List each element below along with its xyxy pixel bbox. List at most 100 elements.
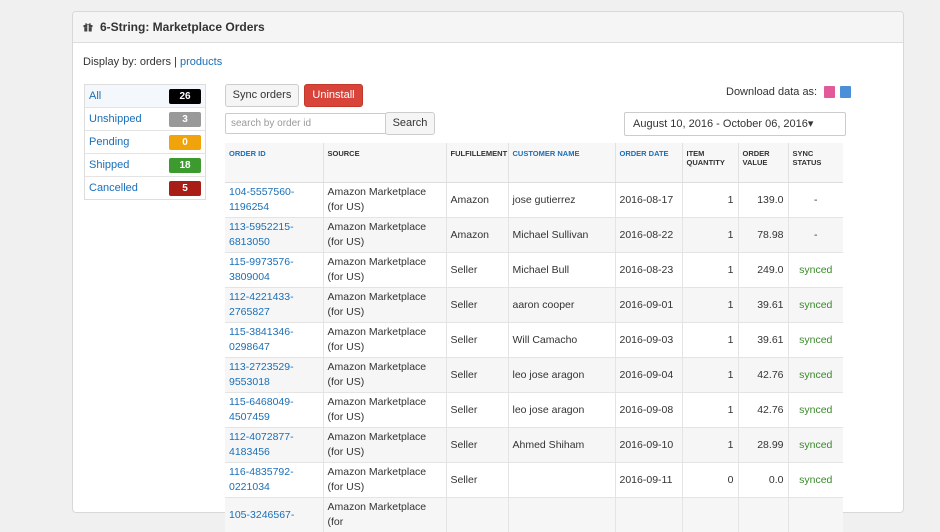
filter-label[interactable]: Unshipped: [89, 113, 142, 125]
filter-item-cancelled[interactable]: Cancelled 5: [85, 177, 205, 199]
order-value-cell: 249.0: [738, 253, 788, 288]
fulfillment-cell: Amazon: [446, 183, 508, 218]
order-id-link[interactable]: 113-2723529-9553018: [225, 358, 323, 393]
filter-label[interactable]: All: [89, 90, 101, 102]
order-search-input[interactable]: [225, 113, 392, 134]
sync-status-cell: synced: [788, 288, 843, 323]
table-row: 116-4835792-0221034Amazon Marketplace (f…: [225, 463, 843, 498]
orders-panel: 6-String: Marketplace Orders Display by:…: [72, 11, 904, 513]
table-row: 112-4072877-4183456Amazon Marketplace (f…: [225, 428, 843, 463]
column-header-source: SOURCE: [323, 143, 446, 183]
sync-status-cell: synced: [788, 393, 843, 428]
source-cell: Amazon Marketplace (for US): [323, 358, 446, 393]
order-id-link[interactable]: 116-4835792-0221034: [225, 463, 323, 498]
filter-item-all[interactable]: All 26: [85, 85, 205, 108]
gift-icon: [83, 22, 93, 32]
table-row: 115-3841346-0298647Amazon Marketplace (f…: [225, 323, 843, 358]
filter-count-badge: 3: [169, 112, 201, 127]
item-quantity-cell: 1: [682, 428, 738, 463]
order-value-cell: 39.61: [738, 323, 788, 358]
column-header-fulfillment: FULFILLEMENT: [446, 143, 508, 183]
fulfillment-cell: Seller: [446, 288, 508, 323]
sync-orders-button[interactable]: Sync orders: [225, 84, 299, 107]
column-header-sync-status: SYNC STATUS: [788, 143, 843, 183]
customer-name-cell: aaron cooper: [508, 288, 615, 323]
sync-status-cell: -: [788, 183, 843, 218]
filter-item-unshipped[interactable]: Unshipped 3: [85, 108, 205, 131]
source-cell: Amazon Marketplace (for US): [323, 288, 446, 323]
sync-status-cell: [788, 498, 843, 532]
customer-name-cell: jose gutierrez: [508, 183, 615, 218]
order-id-link[interactable]: 105-3246567-: [225, 498, 323, 532]
uninstall-button[interactable]: Uninstall: [304, 84, 363, 107]
sync-status-cell: synced: [788, 428, 843, 463]
column-header-order-id[interactable]: ORDER ID: [225, 143, 323, 183]
table-row: 115-9973576-3809004Amazon Marketplace (f…: [225, 253, 843, 288]
order-id-link[interactable]: 112-4221433-2765827: [225, 288, 323, 323]
order-id-link[interactable]: 115-9973576-3809004: [225, 253, 323, 288]
column-header-customer-name[interactable]: CUSTOMER NAME: [508, 143, 615, 183]
order-date-cell: 2016-09-04: [615, 358, 682, 393]
order-id-link[interactable]: 115-3841346-0298647: [225, 323, 323, 358]
order-id-link[interactable]: 115-6468049-4507459: [225, 393, 323, 428]
table-row: 112-4221433-2765827Amazon Marketplace (f…: [225, 288, 843, 323]
item-quantity-cell: 1: [682, 288, 738, 323]
fulfillment-cell: Seller: [446, 358, 508, 393]
order-date-cell: 2016-09-10: [615, 428, 682, 463]
item-quantity-cell: 1: [682, 183, 738, 218]
sync-status-cell: synced: [788, 358, 843, 393]
customer-name-cell: Michael Sullivan: [508, 218, 615, 253]
item-quantity-cell: [682, 498, 738, 532]
fulfillment-cell: Seller: [446, 323, 508, 358]
filter-label[interactable]: Shipped: [89, 159, 129, 171]
order-value-cell: 139.0: [738, 183, 788, 218]
table-row: 115-6468049-4507459Amazon Marketplace (f…: [225, 393, 843, 428]
customer-name-cell: leo jose aragon: [508, 358, 615, 393]
filter-count-badge: 5: [169, 181, 201, 196]
products-link[interactable]: products: [180, 56, 222, 68]
order-value-cell: 0.0: [738, 463, 788, 498]
customer-name-cell: Ahmed Shiham: [508, 428, 615, 463]
item-quantity-cell: 1: [682, 393, 738, 428]
filter-count-badge: 18: [169, 158, 201, 173]
order-date-cell: 2016-08-17: [615, 183, 682, 218]
order-value-cell: [738, 498, 788, 532]
order-id-link[interactable]: 104-5557560-1196254: [225, 183, 323, 218]
order-id-link[interactable]: 112-4072877-4183456: [225, 428, 323, 463]
item-quantity-cell: 1: [682, 253, 738, 288]
source-cell: Amazon Marketplace (for US): [323, 183, 446, 218]
search-button[interactable]: Search: [385, 112, 435, 135]
order-date-cell: 2016-09-01: [615, 288, 682, 323]
filter-item-pending[interactable]: Pending 0: [85, 131, 205, 154]
sync-status-cell: synced: [788, 463, 843, 498]
sync-status-cell: -: [788, 218, 843, 253]
source-cell: Amazon Marketplace (for US): [323, 393, 446, 428]
filter-count-badge: 26: [169, 89, 201, 104]
download-label: Download data as:: [726, 86, 817, 98]
source-cell: Amazon Marketplace (for: [323, 498, 446, 532]
filter-count-badge: 0: [169, 135, 201, 150]
source-cell: Amazon Marketplace (for US): [323, 428, 446, 463]
page-title: 6-String: Marketplace Orders: [100, 20, 265, 34]
order-date-cell: 2016-08-23: [615, 253, 682, 288]
customer-name-cell: Michael Bull: [508, 253, 615, 288]
filter-item-shipped[interactable]: Shipped 18: [85, 154, 205, 177]
fulfillment-cell: Seller: [446, 393, 508, 428]
fulfillment-cell: Amazon: [446, 218, 508, 253]
column-header-order-date[interactable]: ORDER DATE: [615, 143, 682, 183]
filter-label[interactable]: Pending: [89, 136, 129, 148]
date-range-picker[interactable]: August 10, 2016 - October 06, 2016▾: [624, 112, 846, 136]
table-row: 105-3246567-Amazon Marketplace (for: [225, 498, 843, 532]
csv-file-icon[interactable]: [824, 86, 835, 98]
sync-status-cell: synced: [788, 253, 843, 288]
order-id-link[interactable]: 113-5952215-6813050: [225, 218, 323, 253]
xls-file-icon[interactable]: [840, 86, 851, 98]
customer-name-cell: [508, 498, 615, 532]
table-row: 104-5557560-1196254Amazon Marketplace (f…: [225, 183, 843, 218]
source-cell: Amazon Marketplace (for US): [323, 323, 446, 358]
order-date-cell: [615, 498, 682, 532]
customer-name-cell: [508, 463, 615, 498]
filter-label[interactable]: Cancelled: [89, 182, 138, 194]
fulfillment-cell: Seller: [446, 428, 508, 463]
orders-table: ORDER ID SOURCE FULFILLEMENT CUSTOMER NA…: [225, 143, 843, 532]
